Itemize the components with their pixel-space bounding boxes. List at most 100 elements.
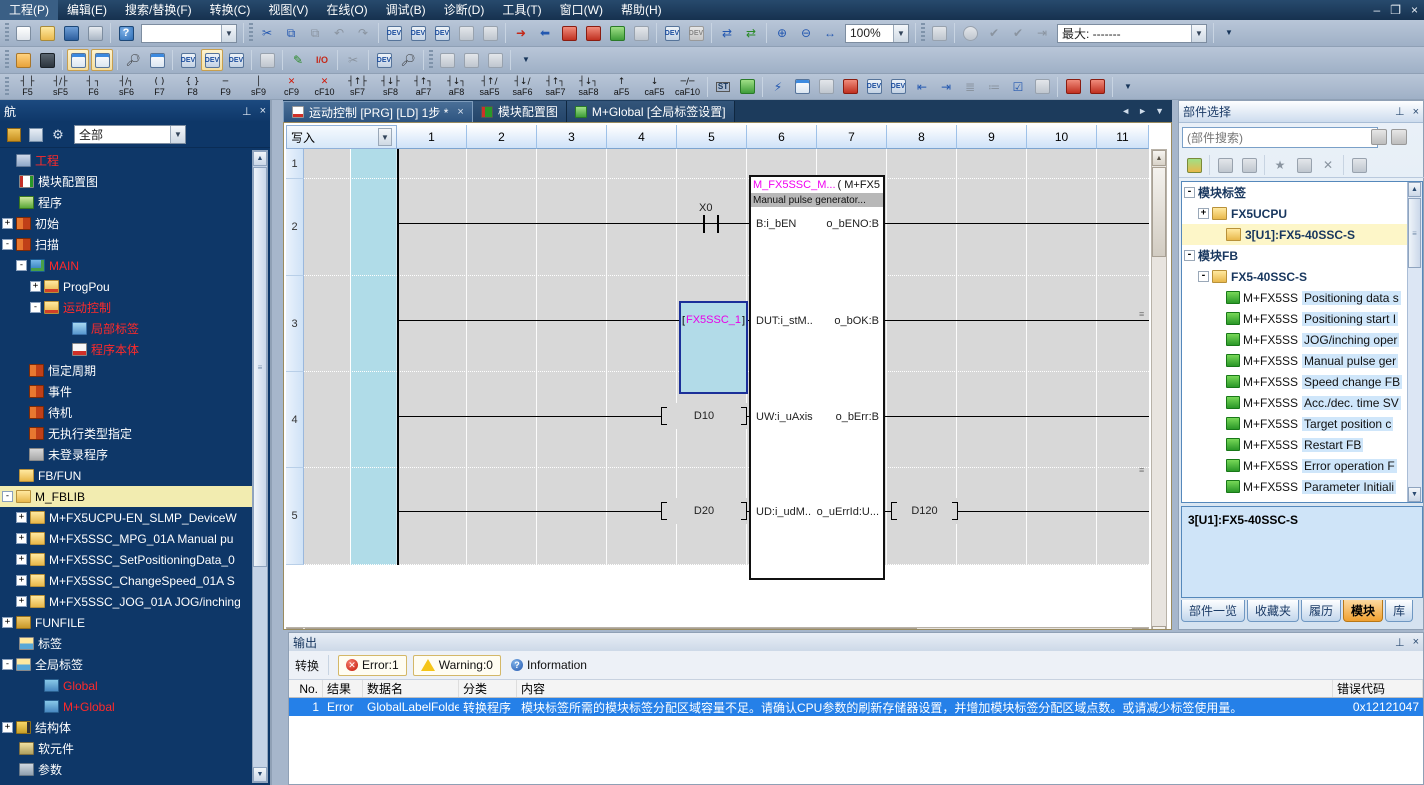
- statement-write-icon[interactable]: ⇄: [740, 22, 762, 44]
- tree-item[interactable]: FB/FUN: [0, 465, 254, 486]
- ladder-symbol-button[interactable]: ┤↓├ sF8: [374, 75, 407, 99]
- expander-icon[interactable]: -: [1184, 250, 1195, 261]
- restore-icon[interactable]: ❐: [1390, 3, 1401, 17]
- open-contact-x0[interactable]: [703, 215, 719, 233]
- tree-item[interactable]: 待机: [0, 402, 254, 423]
- tree-item[interactable]: - M_FBLIB: [0, 486, 254, 507]
- fb-list-item[interactable]: M+FX5SS JOG/inching oper: [1182, 329, 1422, 350]
- fb-output-pin[interactable]: o_bOK:B: [834, 315, 879, 327]
- warning-filter-button[interactable]: Warning:0: [413, 655, 501, 676]
- new-project-icon[interactable]: [12, 22, 34, 44]
- tab-list-icon[interactable]: ▼: [1155, 106, 1164, 116]
- fb-input-pin[interactable]: UD:i_udM..: [756, 506, 811, 518]
- save-project-icon[interactable]: [60, 22, 82, 44]
- output-error-row[interactable]: 1 Error GlobalLabelFolder 转换程序 模块标签所需的模块…: [289, 698, 1423, 716]
- parts-tree-item[interactable]: 3[U1]:FX5-40SSC-S: [1182, 224, 1422, 245]
- fb-input-pin[interactable]: B:i_bEN: [756, 218, 796, 230]
- operand-d120[interactable]: D120: [891, 498, 958, 524]
- ladder-symbol-button[interactable]: ┤↑/ saF5: [473, 75, 506, 99]
- statement-edit-icon[interactable]: [791, 76, 813, 98]
- menu-item[interactable]: 编辑(E): [58, 0, 116, 20]
- fb-list-item[interactable]: M+FX5SS Parameter Initiali: [1182, 476, 1422, 497]
- tree-item[interactable]: 工程: [0, 150, 254, 171]
- expander-icon[interactable]: +: [16, 533, 27, 544]
- paste-link-icon[interactable]: [479, 22, 501, 44]
- function-block[interactable]: M_FX5SSC_M... ( M+FX5 Manual pulse gener…: [749, 175, 885, 580]
- tab-module[interactable]: 模块: [1343, 600, 1383, 622]
- fb-output-pin[interactable]: o_bErr:B: [836, 411, 879, 423]
- tab-motion-control[interactable]: 运动控制 [PRG] [LD] 1步 * ×: [283, 101, 473, 122]
- ladder-symbol-button[interactable]: │ sF9: [242, 75, 275, 99]
- fb-list-item[interactable]: M+FX5SS Positioning start I: [1182, 308, 1422, 329]
- open-project-icon[interactable]: [36, 22, 58, 44]
- pin-icon[interactable]: ⊥: [1395, 636, 1405, 649]
- parts-tree-item[interactable]: + FX5UCPU: [1182, 203, 1422, 224]
- paste-special-icon[interactable]: [455, 22, 477, 44]
- print-icon[interactable]: [84, 22, 106, 44]
- tree-item[interactable]: 事件: [0, 381, 254, 402]
- align-right-icon[interactable]: ⇥: [935, 76, 957, 98]
- device-display-icon[interactable]: DEV: [661, 22, 683, 44]
- write-to-plc-icon[interactable]: ➜: [510, 22, 532, 44]
- ladder-symbol-button[interactable]: ┤↑├ sF7: [341, 75, 374, 99]
- search-icon[interactable]: [1371, 129, 1387, 145]
- tab-mglobal[interactable]: M+Global [全局标签设置]: [567, 101, 735, 122]
- device-comment-icon[interactable]: DEV: [383, 22, 405, 44]
- expander-icon[interactable]: -: [1198, 271, 1209, 282]
- expander-icon[interactable]: -: [2, 491, 13, 502]
- device-display2-icon[interactable]: DEV: [201, 49, 223, 71]
- monitor-mode-icon[interactable]: [928, 22, 950, 44]
- help-icon[interactable]: ?: [115, 22, 137, 44]
- expander-icon[interactable]: +: [30, 281, 41, 292]
- expander-icon[interactable]: -: [1184, 187, 1195, 198]
- nav-scroll-thumb[interactable]: ≡: [253, 167, 267, 567]
- tab-scroll-left-icon[interactable]: ◄: [1121, 106, 1130, 116]
- ladder-symbol-button[interactable]: ✕ cF10: [308, 75, 341, 99]
- fb-input-pin[interactable]: DUT:i_stM..: [756, 315, 813, 327]
- tree-item[interactable]: 局部标签: [0, 318, 254, 339]
- parts-tree-item[interactable]: - 模块FB: [1182, 245, 1422, 266]
- ladder-symbol-button[interactable]: ┤↓┐ aF8: [440, 75, 473, 99]
- ladder-symbol-button[interactable]: ┤/┐ sF6: [110, 75, 143, 99]
- edit-mode-icon[interactable]: ✎: [287, 49, 309, 71]
- operand-d10[interactable]: D10: [661, 403, 747, 429]
- ladder-symbol-button[interactable]: ┤↑┐ aF7: [407, 75, 440, 99]
- parts-tree-item[interactable]: - FX5-40SSC-S: [1182, 266, 1422, 287]
- read-from-plc-icon[interactable]: ⬅: [534, 22, 556, 44]
- search-all-icon[interactable]: [1391, 129, 1407, 145]
- parts-search-input[interactable]: [1182, 127, 1378, 148]
- information-filter-button[interactable]: ? Information: [507, 658, 591, 672]
- scroll-down-icon[interactable]: ▼: [253, 767, 267, 782]
- device-comment-display-icon[interactable]: DEV: [177, 49, 199, 71]
- parts-scrollbar[interactable]: ▲ ≡ ▼: [1407, 182, 1422, 502]
- close-panel-icon[interactable]: ×: [1413, 106, 1419, 118]
- tree-item[interactable]: 无执行类型指定: [0, 423, 254, 444]
- zoom-level-combobox[interactable]: 100%▼: [845, 24, 909, 43]
- copy-icon[interactable]: ⧉: [280, 22, 302, 44]
- tab-favorites[interactable]: 收藏夹: [1247, 600, 1299, 622]
- tree-item[interactable]: + M+FX5SSC_JOG_01A JOG/inching: [0, 591, 254, 612]
- find-window-icon[interactable]: [146, 49, 168, 71]
- tree-item[interactable]: + M+FX5SSC_ChangeSpeed_01A S: [0, 570, 254, 591]
- ladder-symbol-button[interactable]: ┤↓┐ saF8: [572, 75, 605, 99]
- fb-list-item[interactable]: M+FX5SS Positioning data s: [1182, 287, 1422, 308]
- ladder-symbol-button[interactable]: ┤↓/ saF6: [506, 75, 539, 99]
- menu-item[interactable]: 转换(C): [201, 0, 260, 20]
- ladder-symbol-button[interactable]: ─ F9: [209, 75, 242, 99]
- quick-find-combobox[interactable]: ▼: [141, 24, 237, 43]
- menu-item[interactable]: 诊断(D): [435, 0, 494, 20]
- tree-item[interactable]: 恒定周期: [0, 360, 254, 381]
- fb-list-item[interactable]: M+FX5SS Error operation F: [1182, 455, 1422, 476]
- device-batch-icon[interactable]: DEV: [431, 22, 453, 44]
- undo-icon[interactable]: ↶: [328, 22, 350, 44]
- tab-scroll-right-icon[interactable]: ►: [1138, 106, 1147, 116]
- fit-width-icon[interactable]: ↔: [819, 22, 841, 44]
- expander-icon[interactable]: -: [16, 260, 27, 271]
- tree-item[interactable]: 程序本体: [0, 339, 254, 360]
- tree-item[interactable]: + ProgPou: [0, 276, 254, 297]
- expander-icon[interactable]: +: [2, 218, 13, 229]
- pin-icon[interactable]: ⊥: [1395, 105, 1405, 118]
- io-check-icon[interactable]: I/O: [311, 49, 333, 71]
- tree-item[interactable]: 标签: [0, 633, 254, 654]
- zoom-in-icon[interactable]: ⊕: [771, 22, 793, 44]
